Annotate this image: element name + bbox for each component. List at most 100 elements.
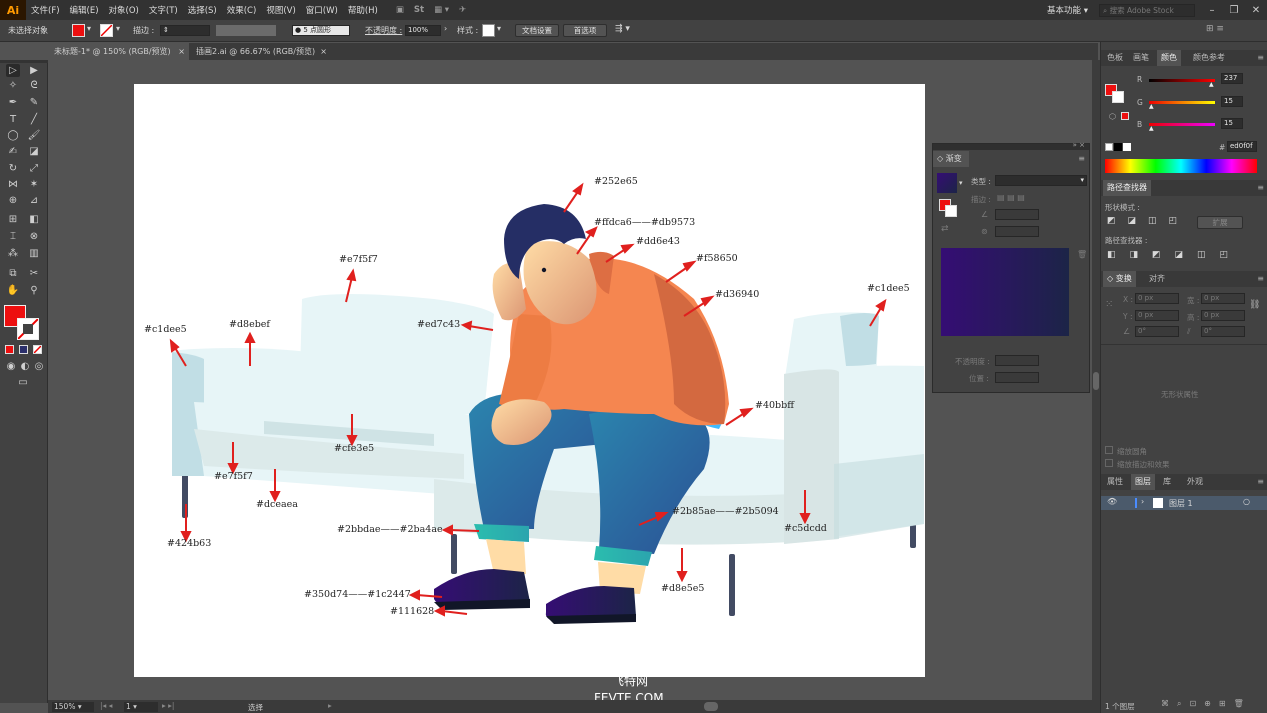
- panel-menu-icon[interactable]: ≡: [1257, 477, 1264, 486]
- panel-menu-icon[interactable]: ≡: [1257, 53, 1264, 62]
- eyedropper-tool-icon[interactable]: ⌶: [6, 230, 20, 243]
- tab-untitled-1[interactable]: 未标题-1* @ 150% (RGB/预览) ×: [48, 43, 189, 60]
- draw-inside-icon[interactable]: ◎: [32, 360, 46, 373]
- hscroll-thumb[interactable]: [704, 702, 718, 711]
- opacity-field[interactable]: 100%: [405, 25, 441, 36]
- tab-color-guide[interactable]: 颜色参考: [1189, 50, 1229, 66]
- scale-tool-icon[interactable]: ⤢: [27, 162, 41, 175]
- artboard-number-field[interactable]: 1 ▾: [124, 702, 158, 712]
- zoom-field[interactable]: 150% ▾: [52, 702, 94, 712]
- artboard[interactable]: #252e65 #ffdca6——#db9573 #dd6e43 #f58650…: [134, 84, 925, 677]
- artboard-tool-icon[interactable]: ⧉: [6, 267, 20, 280]
- vertical-scrollbar[interactable]: [1092, 60, 1100, 700]
- bridge-icon[interactable]: ▣: [391, 5, 409, 15]
- shear-field[interactable]: 0°: [1201, 326, 1245, 337]
- status-menu-icon[interactable]: ▸: [328, 701, 332, 710]
- pathfinder-buttons-icon[interactable]: ◧◨◩◪◫◰: [1107, 250, 1242, 260]
- perspective-grid-tool-icon[interactable]: ⊿: [27, 194, 41, 207]
- gradient-angle-field[interactable]: [995, 209, 1039, 220]
- stock-icon[interactable]: St: [409, 5, 429, 15]
- direct-selection-tool-icon[interactable]: ▶: [27, 64, 41, 77]
- menu-file[interactable]: 文件(F): [26, 4, 65, 16]
- gradient-stroke-box[interactable]: [945, 205, 957, 217]
- menu-select[interactable]: 选择(S): [183, 4, 222, 16]
- opacity-arrow-icon[interactable]: ›: [444, 24, 447, 33]
- stop-opacity-field[interactable]: [995, 355, 1039, 366]
- visibility-eye-icon[interactable]: 👁: [1107, 497, 1117, 506]
- first-page-icon[interactable]: |◂ ◂: [100, 701, 112, 710]
- menu-object[interactable]: 对象(O): [104, 4, 144, 16]
- gamut-swatch[interactable]: [1121, 112, 1129, 120]
- none-mode-icon[interactable]: [33, 345, 42, 354]
- stroke-dropdown-icon[interactable]: ▾: [116, 24, 120, 33]
- tab-appearance[interactable]: 外观: [1183, 474, 1207, 490]
- selection-tool-icon[interactable]: ▷: [6, 64, 20, 77]
- g-slider[interactable]: [1149, 101, 1215, 104]
- stroke-swatch[interactable]: [100, 24, 113, 37]
- tab-align[interactable]: 对齐: [1145, 271, 1169, 287]
- g-slider-thumb[interactable]: ▲: [1149, 103, 1154, 110]
- mesh-tool-icon[interactable]: ⊞: [6, 213, 20, 226]
- workspace-switcher[interactable]: 基本功能 ▾: [1042, 4, 1093, 16]
- menu-effect[interactable]: 效果(C): [222, 4, 262, 16]
- next-page-icon[interactable]: ▸ ▸|: [162, 701, 174, 710]
- tab-libraries[interactable]: 库: [1159, 474, 1175, 490]
- stop-location-field[interactable]: [995, 372, 1039, 383]
- puppet-warp-tool-icon[interactable]: ✶: [27, 178, 41, 191]
- close-window-icon[interactable]: ✕: [1245, 5, 1267, 16]
- paintbrush-tool-icon[interactable]: 🖌: [27, 129, 41, 142]
- scroll-thumb[interactable]: [1093, 372, 1099, 390]
- control-options-icon[interactable]: ⊞ ≡: [1206, 24, 1224, 34]
- r-field[interactable]: 237: [1221, 73, 1243, 84]
- hex-field[interactable]: ed0f0f: [1227, 141, 1257, 152]
- color-spectrum[interactable]: [1105, 159, 1257, 173]
- gradient-preview-dropdown-icon[interactable]: ▾: [959, 179, 963, 187]
- fill-swatch[interactable]: [72, 24, 85, 37]
- stroke-color-box[interactable]: [17, 318, 39, 340]
- menu-edit[interactable]: 编辑(E): [65, 4, 104, 16]
- hand-tool-icon[interactable]: ✋: [6, 284, 20, 297]
- scale-strokes-checkbox[interactable]: [1105, 459, 1113, 467]
- out-of-gamut-icon[interactable]: ⬡: [1109, 112, 1116, 121]
- magic-wand-tool-icon[interactable]: ✧: [6, 79, 20, 92]
- gradient-slider-preview[interactable]: [941, 248, 1069, 336]
- stock-search-input[interactable]: ⌕ 搜索 Adobe Stock: [1099, 3, 1195, 17]
- b-field[interactable]: 15: [1221, 118, 1243, 129]
- style-dropdown-icon[interactable]: ▾: [497, 24, 501, 33]
- g-field[interactable]: 15: [1221, 96, 1243, 107]
- delete-stop-icon[interactable]: 🗑: [1077, 250, 1087, 259]
- eraser-tool-icon[interactable]: ◪: [27, 145, 41, 158]
- arrange-docs-icon[interactable]: ▦ ▾: [429, 5, 454, 15]
- tab-illustration-2[interactable]: 插画2.ai @ 66.67% (RGB/预览) ×: [190, 43, 331, 60]
- tab-color[interactable]: 颜色: [1157, 50, 1181, 66]
- color-mode-icon[interactable]: [5, 345, 14, 354]
- target-icon[interactable]: ○: [1243, 497, 1250, 506]
- b-slider[interactable]: [1149, 123, 1215, 126]
- preferences-button[interactable]: 首选项: [563, 24, 607, 37]
- symbol-sprayer-tool-icon[interactable]: ⁂: [6, 247, 20, 260]
- curvature-tool-icon[interactable]: ✎: [27, 96, 41, 109]
- minimize-icon[interactable]: –: [1201, 5, 1223, 16]
- panel-menu-icon[interactable]: ≡: [1078, 154, 1085, 163]
- tab-brushes[interactable]: 画笔: [1129, 50, 1153, 66]
- gradient-mode-icon[interactable]: [19, 345, 28, 354]
- panel-menu-icon[interactable]: ≡: [1257, 183, 1264, 192]
- stroke-weight-field[interactable]: ⇕: [160, 25, 210, 36]
- pen-tool-icon[interactable]: ✒: [6, 96, 20, 109]
- restore-icon[interactable]: ❐: [1223, 5, 1245, 16]
- graphic-style-swatch[interactable]: [482, 24, 495, 37]
- height-field[interactable]: 0 px: [1201, 310, 1245, 321]
- line-tool-icon[interactable]: ╱: [27, 113, 41, 126]
- shape-mode-buttons-icon[interactable]: ◩◪◫◰: [1107, 216, 1189, 226]
- zoom-tool-icon[interactable]: ⚲: [27, 284, 41, 297]
- tab-layers[interactable]: 图层: [1131, 474, 1155, 490]
- type-tool-icon[interactable]: T: [6, 113, 20, 126]
- gradient-preview-swatch[interactable]: [937, 173, 957, 193]
- width-field[interactable]: 0 px: [1201, 293, 1245, 304]
- collapse-panel-icon[interactable]: » ×: [1073, 141, 1085, 149]
- arrange-icon[interactable]: ⇶ ▾: [615, 24, 630, 34]
- variable-width-profile[interactable]: [216, 25, 276, 36]
- tab-properties[interactable]: 属性: [1103, 474, 1127, 490]
- menu-view[interactable]: 视图(V): [261, 4, 300, 16]
- opacity-label[interactable]: 不透明度 :: [365, 25, 402, 36]
